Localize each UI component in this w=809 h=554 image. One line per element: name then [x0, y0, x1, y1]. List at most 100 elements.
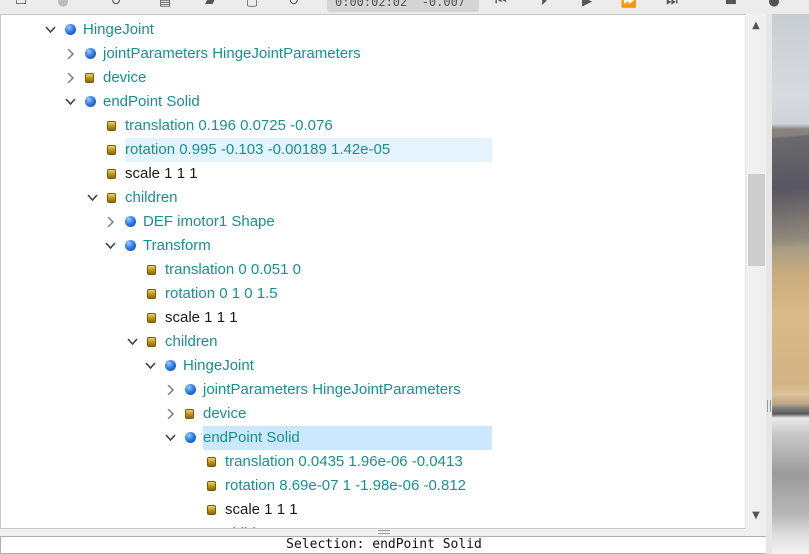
chevron-right-icon[interactable]	[164, 402, 176, 426]
chevron-right-icon[interactable]	[64, 66, 76, 90]
node-ball-icon	[65, 24, 76, 35]
field-children-inner[interactable]: children	[1, 522, 746, 528]
reset-icon[interactable]: ▢	[243, 0, 261, 10]
chevron-down-icon[interactable]	[164, 426, 176, 450]
field-device-inner[interactable]: device	[1, 402, 746, 426]
field-can-icon	[107, 193, 116, 203]
field-translation[interactable]: translation 0.196 0.0725 -0.076	[1, 114, 746, 138]
step-icon[interactable]: ⏵	[535, 0, 553, 10]
node-ball-icon	[125, 216, 136, 227]
scroll-up-icon[interactable]: ▲	[746, 18, 766, 34]
field-can-icon	[147, 289, 156, 299]
tree-item-label: translation 0 0.051 0	[165, 261, 301, 278]
chevron-down-icon[interactable]	[126, 330, 138, 354]
field-can-icon	[207, 505, 216, 515]
rewind-icon[interactable]: ⏮	[492, 0, 510, 10]
node-ball-icon	[85, 48, 96, 59]
field-translation-inner[interactable]: translation 0.0435 1.96e-06 -0.0413	[1, 450, 746, 474]
field-transform-scale[interactable]: scale 1 1 1	[1, 306, 746, 330]
tree-item-label: scale 1 1 1	[165, 309, 238, 326]
tree-item-label: translation 0.196 0.0725 -0.076	[125, 117, 333, 134]
tree-item-label: children	[165, 333, 218, 350]
field-can-icon	[107, 145, 116, 155]
field-rotation[interactable]: rotation 0.995 -0.103 -0.00189 1.42e-05	[1, 138, 746, 162]
field-can-icon	[107, 121, 116, 131]
reset-view-icon[interactable]: ↺	[285, 0, 303, 10]
field-scale-inner[interactable]: scale 1 1 1	[1, 498, 746, 522]
field-rotation-inner[interactable]: rotation 8.69e-07 1 -1.98e-06 -0.812	[1, 474, 746, 498]
robot-simulator-window: ▭ ● ↻ ▤ ▰ ▢ ↺ 0:00:02:02 -0.007 ⏮ ⏵ ▶ ⏩ …	[0, 0, 809, 554]
scene-tree[interactable]: HingeJoint jointParameters HingeJointPara…	[0, 14, 768, 529]
screenshot-icon[interactable]: ●	[765, 0, 783, 10]
tree-item-label: translation 0.0435 1.96e-06 -0.0413	[225, 453, 463, 470]
toolbar: ▭ ● ↻ ▤ ▰ ▢ ↺ 0:00:02:02 -0.007 ⏮ ⏵ ▶ ⏩ …	[0, 0, 809, 14]
tree-item-label: HingeJoint	[183, 357, 254, 374]
field-scale[interactable]: scale 1 1 1	[1, 162, 746, 186]
field-transform-children[interactable]: children	[1, 330, 746, 354]
node-ball-icon	[185, 432, 196, 443]
play-icon[interactable]: ▶	[578, 0, 596, 10]
tree-item-label: rotation 0 1 0 1.5	[165, 285, 278, 302]
reload-icon[interactable]: ↻	[107, 0, 125, 10]
chevron-right-icon[interactable]	[104, 210, 116, 234]
tree-item-label: DEF imotor1 Shape	[143, 213, 275, 230]
tree-item-label: rotation 8.69e-07 1 -1.98e-06 -0.812	[225, 477, 467, 494]
scrollbar-thumb[interactable]	[748, 174, 765, 266]
tree-item-label: device	[103, 69, 147, 86]
chevron-right-icon[interactable]	[164, 378, 176, 402]
chevron-down-icon[interactable]	[86, 186, 98, 210]
splitter-grip-icon	[378, 530, 390, 534]
node-endpoint-solid-inner[interactable]: endPoint Solid	[1, 426, 746, 450]
field-can-icon	[147, 265, 156, 275]
field-can-icon	[85, 73, 94, 83]
field-transform-rotation[interactable]: rotation 0 1 0 1.5	[1, 282, 746, 306]
field-can-icon	[207, 481, 216, 491]
field-can-icon	[207, 457, 216, 467]
horizontal-splitter[interactable]	[0, 529, 768, 536]
node-ball-icon	[165, 360, 176, 371]
field-transform-translation[interactable]: translation 0 0.051 0	[1, 258, 746, 282]
node-hingejoint[interactable]: HingeJoint	[1, 18, 746, 42]
record-icon[interactable]: ▬	[722, 0, 740, 10]
tree-item-label: rotation 0.995 -0.103 -0.00189 1.42e-05	[125, 141, 391, 158]
chevron-down-icon[interactable]	[104, 234, 116, 258]
save-icon[interactable]: ▤	[156, 0, 174, 10]
node-endpoint-solid[interactable]: endPoint Solid	[1, 90, 746, 114]
tree-item-label: HingeJoint	[83, 21, 154, 38]
panel-toggle-icon[interactable]: ▭	[12, 0, 30, 10]
viewport-mountain-backdrop	[772, 119, 809, 249]
field-can-icon	[185, 409, 194, 419]
scene-tree-scrollbar[interactable]: ▲ ▼	[745, 14, 766, 529]
node-ball-icon	[185, 384, 196, 395]
field-device[interactable]: device	[1, 66, 746, 90]
export-icon[interactable]: ▰	[201, 0, 219, 10]
node-jointparameters[interactable]: jointParameters HingeJointParameters	[1, 42, 746, 66]
tree-item-label: endPoint Solid	[103, 93, 200, 110]
tree-item-label: device	[203, 405, 247, 422]
node-hingejoint-inner[interactable]: HingeJoint	[1, 354, 746, 378]
field-can-icon	[147, 313, 156, 323]
tree-item-label: children	[225, 522, 278, 528]
chevron-down-icon[interactable]	[144, 354, 156, 378]
tree-item-label: children	[125, 189, 178, 206]
fast-forward-icon[interactable]: ⏩	[620, 0, 638, 10]
simulation-time-display: 0:00:02:02 -0.007	[327, 0, 479, 12]
node-ball-icon	[125, 240, 136, 251]
3d-viewport[interactable]	[772, 14, 809, 554]
selection-status-bar: Selection: endPoint Solid	[0, 536, 768, 554]
tree-item-label: jointParameters HingeJointParameters	[203, 381, 461, 398]
chevron-down-icon[interactable]	[44, 18, 56, 42]
scroll-down-icon[interactable]: ▼	[746, 508, 766, 524]
field-children[interactable]: children	[1, 186, 746, 210]
field-can-icon	[147, 337, 156, 347]
tree-item-label: endPoint Solid	[203, 429, 300, 446]
chevron-right-icon[interactable]	[64, 42, 76, 66]
fastest-icon[interactable]: ⏭	[663, 0, 681, 10]
tree-item-label: scale 1 1 1	[225, 501, 298, 518]
splitter-grip-icon	[767, 400, 771, 412]
node-transform[interactable]: Transform	[1, 234, 746, 258]
disabled-button-icon: ●	[57, 0, 69, 9]
chevron-down-icon[interactable]	[64, 90, 76, 114]
node-def-imotor1-shape[interactable]: DEF imotor1 Shape	[1, 210, 746, 234]
node-jointparameters-inner[interactable]: jointParameters HingeJointParameters	[1, 378, 746, 402]
